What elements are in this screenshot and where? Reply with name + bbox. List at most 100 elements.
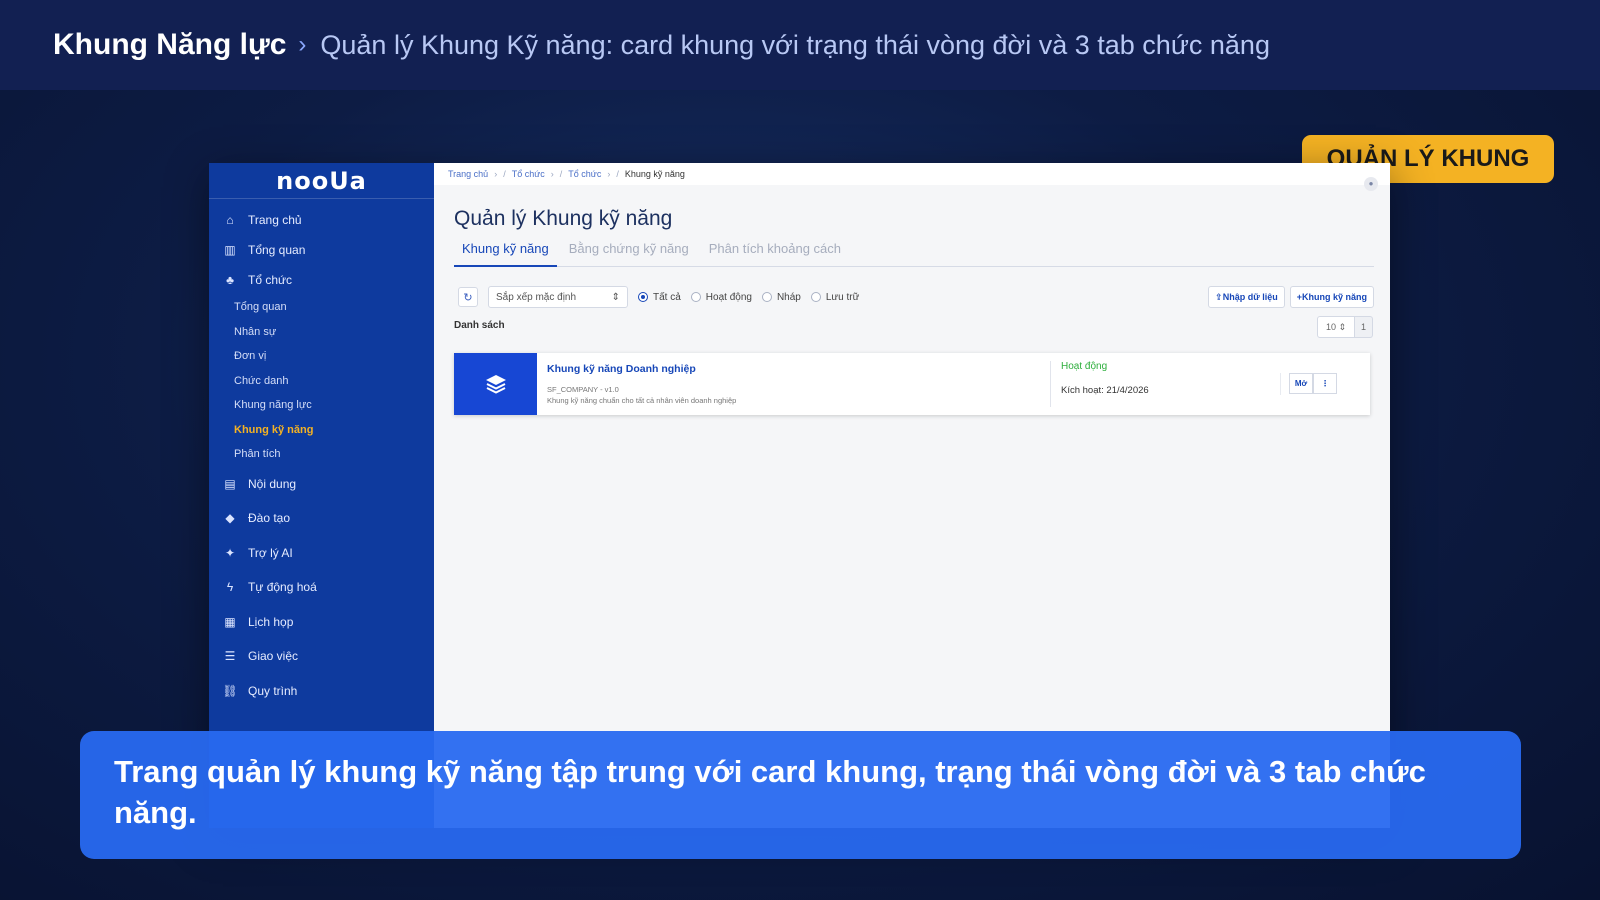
filter-radio-archived[interactable]: Lưu trữ — [810, 291, 860, 303]
filter-label: Tất cả — [653, 291, 681, 303]
sidebar-subitem-analytics[interactable]: Phân tích — [209, 442, 434, 467]
sidebar-item-workflows[interactable]: ⛓ Quy trình — [209, 674, 434, 709]
chevron-right-icon: › — [494, 169, 498, 179]
slide-title: Khung Năng lực — [53, 28, 287, 61]
filter-radio-active[interactable]: Hoạt động — [690, 291, 752, 303]
sidebar-item-label: Trang chủ — [248, 213, 302, 227]
chevron-right-icon: › — [298, 31, 307, 58]
breadcrumb-divider: / — [616, 169, 619, 179]
chart-icon: ▥ — [224, 243, 236, 257]
status-badge: Hoạt động — [1061, 361, 1108, 372]
slide-subtitle: Quản lý Khung Kỹ năng: card khung với tr… — [320, 29, 1270, 60]
filter-radio-draft[interactable]: Nháp — [761, 291, 801, 303]
sidebar-item-content[interactable]: ▤ Nội dung — [209, 467, 434, 502]
filter-label: Nháp — [776, 291, 801, 303]
sidebar-item-overview[interactable]: ▥ Tổng quan — [209, 235, 434, 265]
logo[interactable]: nooUa — [209, 163, 434, 199]
activation-date: Kích hoạt: 21/4/2026 — [1061, 385, 1149, 396]
page-size-select[interactable]: 10 ⇕ — [1317, 316, 1355, 338]
sidebar-item-organization[interactable]: ♣ Tổ chức — [209, 265, 434, 295]
add-skill-framework-label: Khung kỹ năng — [1302, 292, 1367, 302]
sort-select[interactable]: Sắp xếp mặc định ⇕ — [488, 286, 628, 308]
sidebar-subitem-skill-framework[interactable]: Khung kỹ năng — [209, 418, 434, 443]
open-button[interactable]: Mở — [1289, 373, 1313, 394]
import-data-button[interactable]: ⇪ Nhập dữ liệu — [1208, 286, 1285, 308]
tab-skill-framework[interactable]: Khung kỹ năng — [454, 239, 557, 267]
breadcrumb: Trang chủ › / Tổ chức › / Tổ chức › / Kh… — [434, 163, 1390, 185]
notification-icon[interactable]: ● — [1364, 177, 1378, 191]
layers-icon — [485, 375, 506, 394]
breadcrumb-item-organization-2[interactable]: Tổ chức — [568, 169, 601, 179]
home-icon: ⌂ — [226, 213, 234, 227]
sidebar-item-label: Quy trình — [248, 683, 298, 698]
sidebar-item-label: Giao việc — [248, 649, 299, 664]
main-content: Trang chủ › / Tổ chức › / Tổ chức › / Kh… — [434, 163, 1390, 828]
sparkle-icon: ✦ — [224, 545, 236, 560]
book-icon: ▤ — [224, 476, 236, 491]
sidebar-item-home[interactable]: ⌂ Trang chủ — [209, 205, 434, 235]
card-description: Khung kỹ năng chuẩn cho tất cả nhân viên… — [547, 396, 737, 405]
workflow-icon: ⛓ — [222, 683, 238, 698]
sidebar-item-automation[interactable]: ϟ Tự động hoá — [209, 570, 434, 605]
sidebar-item-tasks[interactable]: ☰ Giao việc — [209, 639, 434, 674]
upload-icon: ⇪ — [1215, 291, 1223, 302]
sidebar-item-label: Đào tạo — [248, 511, 291, 526]
sidebar-subitem-competency-framework[interactable]: Khung năng lực — [209, 393, 434, 418]
card-title[interactable]: Khung kỹ năng Doanh nghiệp — [547, 363, 1040, 375]
add-skill-framework-button[interactable]: + Khung kỹ năng — [1289, 286, 1374, 308]
list-heading: Danh sách — [454, 320, 505, 331]
sidebar-subitem-overview[interactable]: Tổng quan — [209, 295, 434, 320]
filter-label: Lưu trữ — [825, 291, 860, 303]
pagination: 10 ⇕ 1 — [1317, 316, 1373, 338]
radio-dot — [810, 292, 821, 302]
refresh-button[interactable]: ↻ — [458, 287, 478, 307]
updown-icon: ⇕ — [1338, 321, 1347, 332]
card-meta: SF_COMPANY - v1.0 — [547, 385, 619, 394]
filter-radio-all[interactable]: Tất cả — [638, 292, 681, 303]
import-data-label: Nhập dữ liệu — [1222, 292, 1278, 302]
breadcrumb-item-organization[interactable]: Tổ chức — [512, 169, 545, 179]
sidebar: nooUa ⌂ Trang chủ ▥ Tổng quan ♣ Tổ chức … — [209, 163, 434, 828]
breadcrumb-current: Khung kỹ năng — [624, 169, 685, 179]
sidebar-item-label: Lịch họp — [248, 614, 294, 629]
card-thumbnail — [454, 353, 537, 415]
sidebar-subitem-units[interactable]: Đơn vị — [209, 344, 434, 369]
sidebar-item-training[interactable]: ◆ Đào tạo — [209, 501, 434, 536]
task-icon: ☰ — [224, 649, 236, 664]
breadcrumb-divider: / — [559, 169, 563, 179]
chevron-right-icon: › — [550, 169, 554, 179]
toolbar: ↻ Sắp xếp mặc định ⇕ Tất cả Hoạt động Nh… — [458, 285, 1374, 309]
org-icon: ♣ — [226, 273, 234, 287]
card-body: Khung kỹ năng Doanh nghiệp SF_COMPANY - … — [537, 353, 1050, 415]
more-options-icon[interactable]: ⋮ — [1313, 373, 1337, 394]
sidebar-nav: ⌂ Trang chủ ▥ Tổng quan ♣ Tổ chức Tổng q… — [209, 199, 434, 708]
radio-dot — [690, 292, 701, 302]
sidebar-item-meetings[interactable]: ▦ Lịch họp — [209, 605, 434, 640]
tab-skill-evidence[interactable]: Bằng chứng kỹ năng — [561, 239, 697, 267]
breadcrumb-item-home[interactable]: Trang chủ — [448, 169, 488, 179]
app-window: nooUa ⌂ Trang chủ ▥ Tổng quan ♣ Tổ chức … — [209, 163, 1390, 828]
sidebar-item-label: Tổ chức — [248, 273, 293, 287]
sidebar-item-label: Trợ lý AI — [248, 545, 293, 560]
card-actions: Mở ⋮ — [1280, 373, 1370, 395]
tab-gap-analysis[interactable]: Phân tích khoảng cách — [701, 239, 849, 267]
sidebar-item-label: Tổng quan — [248, 243, 306, 257]
card-status: Hoạt động Kích hoạt: 21/4/2026 — [1050, 361, 1280, 407]
sidebar-item-label: Nội dung — [248, 476, 297, 491]
filter-label: Hoạt động — [705, 291, 752, 303]
sidebar-subitem-staff[interactable]: Nhân sự — [209, 320, 434, 345]
page-size-value: 10 — [1325, 322, 1336, 332]
sidebar-item-label: Tự động hoá — [248, 580, 317, 595]
sidebar-item-ai-assistant[interactable]: ✦ Trợ lý AI — [209, 536, 434, 571]
breadcrumb-divider: / — [503, 169, 506, 179]
slide-header: Khung Năng lực › Quản lý Khung Kỹ năng: … — [0, 0, 1600, 90]
page-title: Quản lý Khung kỹ năng — [454, 207, 673, 230]
radio-dot — [761, 292, 772, 302]
bolt-icon: ϟ — [226, 580, 234, 595]
framework-card[interactable]: Khung kỹ năng Doanh nghiệp SF_COMPANY - … — [454, 353, 1370, 415]
sort-select-value: Sắp xếp mặc định — [496, 291, 577, 303]
radio-dot — [638, 292, 648, 302]
sidebar-subitem-positions[interactable]: Chức danh — [209, 369, 434, 394]
page-number[interactable]: 1 — [1355, 316, 1373, 338]
tab-bar: Khung kỹ năng Bằng chứng kỹ năng Phân tí… — [454, 239, 1374, 267]
